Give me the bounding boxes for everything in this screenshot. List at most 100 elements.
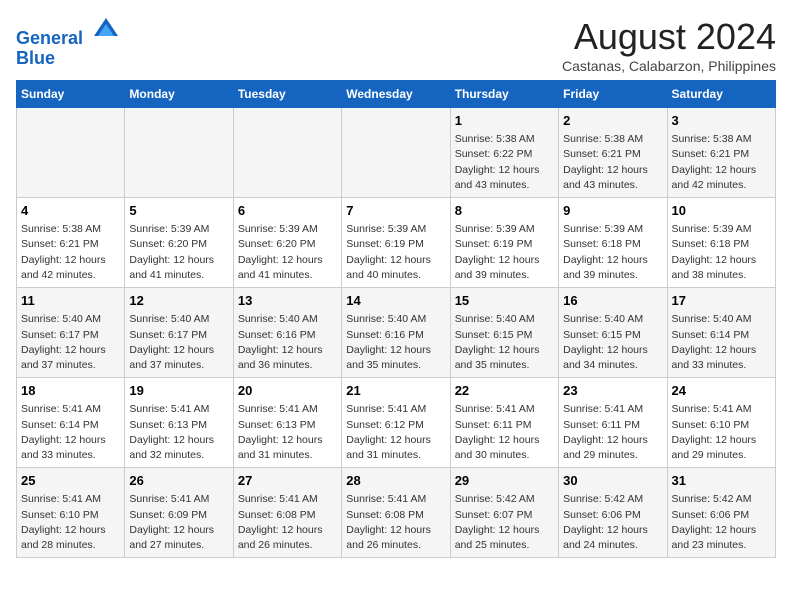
calendar-cell: 31Sunrise: 5:42 AM Sunset: 6:06 PM Dayli… (667, 468, 775, 558)
day-number: 16 (563, 292, 662, 310)
day-number: 17 (672, 292, 771, 310)
day-info: Sunrise: 5:39 AM Sunset: 6:18 PM Dayligh… (672, 222, 771, 283)
day-info: Sunrise: 5:39 AM Sunset: 6:19 PM Dayligh… (346, 222, 445, 283)
calendar-cell (342, 108, 450, 198)
calendar-cell (233, 108, 341, 198)
logo-blue: Blue (16, 49, 120, 69)
day-number: 15 (455, 292, 554, 310)
calendar-cell: 18 Sunrise: 5:41 AM Sunset: 6:14 PM Dayli… (17, 378, 125, 468)
logo-icon (92, 16, 120, 44)
day-number: 11 (21, 292, 120, 310)
calendar-cell: 26Sunrise: 5:41 AM Sunset: 6:09 PM Dayli… (125, 468, 233, 558)
calendar-cell: 17 Sunrise: 5:40 AM Sunset: 6:14 PM Dayli… (667, 288, 775, 378)
calendar-cell: 1 Sunrise: 5:38 AM Sunset: 6:22 PM Daylig… (450, 108, 558, 198)
title-block: August 2024 Castanas, Calabarzon, Philip… (562, 16, 776, 74)
day-info: Sunrise: 5:38 AM Sunset: 6:21 PM Dayligh… (563, 132, 662, 193)
day-info: Sunrise: 5:40 AM Sunset: 6:15 PM Dayligh… (455, 312, 554, 373)
calendar-cell: 29Sunrise: 5:42 AM Sunset: 6:07 PM Dayli… (450, 468, 558, 558)
calendar-cell: 23Sunrise: 5:41 AM Sunset: 6:11 PM Dayli… (559, 378, 667, 468)
day-info: Sunrise: 5:41 AM Sunset: 6:08 PM Dayligh… (346, 492, 445, 553)
logo: General Blue (16, 16, 120, 69)
day-info: Sunrise: 5:41 AM Sunset: 6:13 PM Dayligh… (129, 402, 228, 463)
month-year: August 2024 (562, 16, 776, 58)
weekday-header-row: SundayMondayTuesdayWednesdayThursdayFrid… (17, 81, 776, 108)
day-info: Sunrise: 5:42 AM Sunset: 6:06 PM Dayligh… (563, 492, 662, 553)
weekday-header-monday: Monday (125, 81, 233, 108)
calendar-cell: 16 Sunrise: 5:40 AM Sunset: 6:15 PM Dayli… (559, 288, 667, 378)
weekday-header-thursday: Thursday (450, 81, 558, 108)
day-number: 8 (455, 202, 554, 220)
calendar-cell: 12Sunrise: 5:40 AM Sunset: 6:17 PM Dayli… (125, 288, 233, 378)
day-number: 2 (563, 112, 662, 130)
weekday-header-wednesday: Wednesday (342, 81, 450, 108)
calendar-cell: 25Sunrise: 5:41 AM Sunset: 6:10 PM Dayli… (17, 468, 125, 558)
day-info: Sunrise: 5:42 AM Sunset: 6:06 PM Dayligh… (672, 492, 771, 553)
day-number: 20 (238, 382, 337, 400)
calendar-cell: 10 Sunrise: 5:39 AM Sunset: 6:18 PM Dayli… (667, 198, 775, 288)
weekday-header-tuesday: Tuesday (233, 81, 341, 108)
week-row-1: 1 Sunrise: 5:38 AM Sunset: 6:22 PM Daylig… (17, 108, 776, 198)
day-number: 3 (672, 112, 771, 130)
day-number: 12 (129, 292, 228, 310)
day-info: Sunrise: 5:40 AM Sunset: 6:16 PM Dayligh… (238, 312, 337, 373)
weekday-header-sunday: Sunday (17, 81, 125, 108)
weekday-header-friday: Friday (559, 81, 667, 108)
day-info: Sunrise: 5:39 AM Sunset: 6:18 PM Dayligh… (563, 222, 662, 283)
week-row-5: 25Sunrise: 5:41 AM Sunset: 6:10 PM Dayli… (17, 468, 776, 558)
calendar-cell: 24 Sunrise: 5:41 AM Sunset: 6:10 PM Dayli… (667, 378, 775, 468)
day-info: Sunrise: 5:41 AM Sunset: 6:13 PM Dayligh… (238, 402, 337, 463)
day-number: 21 (346, 382, 445, 400)
day-number: 30 (563, 472, 662, 490)
calendar-cell: 5Sunrise: 5:39 AM Sunset: 6:20 PM Daylig… (125, 198, 233, 288)
day-number: 10 (672, 202, 771, 220)
day-number: 24 (672, 382, 771, 400)
calendar-cell: 3 Sunrise: 5:38 AM Sunset: 6:21 PM Daylig… (667, 108, 775, 198)
day-number: 18 (21, 382, 120, 400)
day-number: 26 (129, 472, 228, 490)
day-number: 28 (346, 472, 445, 490)
calendar-cell: 15 Sunrise: 5:40 AM Sunset: 6:15 PM Dayli… (450, 288, 558, 378)
location: Castanas, Calabarzon, Philippines (562, 58, 776, 74)
day-number: 5 (129, 202, 228, 220)
day-info: Sunrise: 5:41 AM Sunset: 6:14 PM Dayligh… (21, 402, 120, 463)
calendar-cell: 19Sunrise: 5:41 AM Sunset: 6:13 PM Dayli… (125, 378, 233, 468)
calendar-cell: 4 Sunrise: 5:38 AM Sunset: 6:21 PM Daylig… (17, 198, 125, 288)
calendar-cell: 9Sunrise: 5:39 AM Sunset: 6:18 PM Daylig… (559, 198, 667, 288)
day-info: Sunrise: 5:41 AM Sunset: 6:11 PM Dayligh… (455, 402, 554, 463)
day-info: Sunrise: 5:41 AM Sunset: 6:10 PM Dayligh… (672, 402, 771, 463)
day-info: Sunrise: 5:40 AM Sunset: 6:14 PM Dayligh… (672, 312, 771, 373)
day-info: Sunrise: 5:41 AM Sunset: 6:08 PM Dayligh… (238, 492, 337, 553)
calendar-cell: 30 Sunrise: 5:42 AM Sunset: 6:06 PM Dayli… (559, 468, 667, 558)
day-number: 1 (455, 112, 554, 130)
calendar-cell: 11 Sunrise: 5:40 AM Sunset: 6:17 PM Dayli… (17, 288, 125, 378)
day-info: Sunrise: 5:38 AM Sunset: 6:21 PM Dayligh… (21, 222, 120, 283)
day-info: Sunrise: 5:40 AM Sunset: 6:17 PM Dayligh… (21, 312, 120, 373)
day-info: Sunrise: 5:41 AM Sunset: 6:12 PM Dayligh… (346, 402, 445, 463)
page-header: General Blue August 2024 Castanas, Calab… (16, 16, 776, 74)
logo-text: General (16, 16, 120, 49)
calendar-cell: 14Sunrise: 5:40 AM Sunset: 6:16 PM Dayli… (342, 288, 450, 378)
week-row-2: 4 Sunrise: 5:38 AM Sunset: 6:21 PM Daylig… (17, 198, 776, 288)
day-number: 6 (238, 202, 337, 220)
calendar-cell: 2 Sunrise: 5:38 AM Sunset: 6:21 PM Daylig… (559, 108, 667, 198)
day-info: Sunrise: 5:38 AM Sunset: 6:21 PM Dayligh… (672, 132, 771, 193)
day-number: 27 (238, 472, 337, 490)
calendar-cell (17, 108, 125, 198)
day-info: Sunrise: 5:38 AM Sunset: 6:22 PM Dayligh… (455, 132, 554, 193)
day-info: Sunrise: 5:39 AM Sunset: 6:20 PM Dayligh… (238, 222, 337, 283)
day-number: 14 (346, 292, 445, 310)
day-number: 25 (21, 472, 120, 490)
calendar-table: SundayMondayTuesdayWednesdayThursdayFrid… (16, 80, 776, 558)
calendar-cell: 6 Sunrise: 5:39 AM Sunset: 6:20 PM Daylig… (233, 198, 341, 288)
day-number: 4 (21, 202, 120, 220)
day-number: 7 (346, 202, 445, 220)
calendar-cell: 28 Sunrise: 5:41 AM Sunset: 6:08 PM Dayli… (342, 468, 450, 558)
weekday-header-saturday: Saturday (667, 81, 775, 108)
day-info: Sunrise: 5:41 AM Sunset: 6:11 PM Dayligh… (563, 402, 662, 463)
calendar-cell (125, 108, 233, 198)
day-number: 13 (238, 292, 337, 310)
calendar-cell: 22 Sunrise: 5:41 AM Sunset: 6:11 PM Dayli… (450, 378, 558, 468)
calendar-cell: 21 Sunrise: 5:41 AM Sunset: 6:12 PM Dayli… (342, 378, 450, 468)
day-number: 22 (455, 382, 554, 400)
day-info: Sunrise: 5:40 AM Sunset: 6:15 PM Dayligh… (563, 312, 662, 373)
